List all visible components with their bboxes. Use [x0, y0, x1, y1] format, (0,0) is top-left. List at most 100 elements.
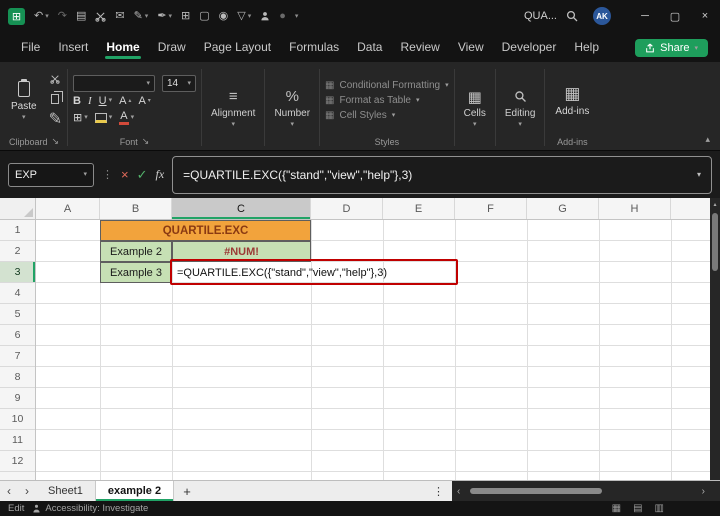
excel-app-icon[interactable]: ⊞: [8, 7, 25, 25]
borders-button[interactable]: ⊞ ▾: [73, 111, 88, 124]
mail-icon[interactable]: ✉: [115, 10, 124, 22]
row-header-7[interactable]: 7: [0, 346, 35, 367]
row-header-1[interactable]: 1: [0, 220, 35, 241]
cell-b1-title[interactable]: QUARTILE.EXC: [100, 220, 311, 241]
editing-group-button[interactable]: Editing ▾: [497, 65, 544, 150]
dialog-launcher-icon[interactable]: ↘: [142, 136, 150, 147]
font-size-dropdown[interactable]: 14 ▾: [161, 74, 196, 92]
tab-home[interactable]: Home: [97, 35, 148, 62]
minimize-button[interactable]: ─: [630, 0, 660, 32]
sheet-nav-left[interactable]: ‹: [0, 481, 18, 501]
grid-body[interactable]: QUARTILE.EXC Example 2 #NUM! Example 3 =…: [36, 220, 710, 480]
column-header-d[interactable]: D: [311, 198, 383, 219]
column-header-h[interactable]: H: [599, 198, 671, 219]
row-header-5[interactable]: 5: [0, 304, 35, 325]
sheet-nav-right[interactable]: ›: [18, 481, 36, 501]
sheet-tab-example2[interactable]: example 2: [95, 481, 175, 501]
font-color-button[interactable]: A ▾: [119, 110, 134, 126]
ink-button[interactable]: ✒ ▾: [157, 10, 172, 22]
row-header-10[interactable]: 10: [0, 409, 35, 430]
account-avatar[interactable]: AK: [593, 7, 611, 25]
shrink-font-button[interactable]: A ▾: [138, 95, 150, 107]
row-header-2[interactable]: 2: [0, 241, 35, 262]
column-header-b[interactable]: B: [100, 198, 172, 219]
record-icon[interactable]: ●: [279, 10, 286, 22]
column-header-a[interactable]: A: [36, 198, 100, 219]
scroll-left-icon[interactable]: ‹: [457, 486, 460, 497]
cell-b3[interactable]: Example 3: [100, 262, 172, 283]
cut-icon[interactable]: [95, 11, 106, 22]
camera-icon[interactable]: ◉: [219, 10, 229, 22]
copy-button[interactable]: [51, 91, 64, 104]
number-group-button[interactable]: % Number ▾: [266, 65, 318, 150]
formula-input[interactable]: =QUARTILE.EXC({"stand","view","help"},3)…: [172, 155, 712, 194]
row-header-12[interactable]: 12: [0, 451, 35, 472]
format-as-table-button[interactable]: ▦ Format as Table ▾: [325, 95, 449, 106]
tab-file[interactable]: File: [12, 35, 49, 62]
sheet-tab-sheet1[interactable]: Sheet1: [36, 481, 96, 501]
cell-b2[interactable]: Example 2: [100, 241, 172, 262]
scroll-up-icon[interactable]: ▴: [713, 201, 716, 208]
column-header-g[interactable]: G: [527, 198, 599, 219]
scroll-right-icon[interactable]: ›: [702, 486, 705, 497]
cut-button[interactable]: [50, 71, 60, 89]
new-sheet-button[interactable]: +: [174, 481, 200, 501]
shape-icon[interactable]: ▢: [199, 10, 209, 22]
vertical-scroll-thumb[interactable]: [712, 213, 718, 271]
share-button[interactable]: Share ▾: [635, 39, 708, 57]
column-header-e[interactable]: E: [383, 198, 455, 219]
italic-button[interactable]: I: [88, 95, 92, 107]
column-header-f[interactable]: F: [455, 198, 527, 219]
addins-button[interactable]: ▦ Add-ins: [550, 82, 594, 119]
row-header-6[interactable]: 6: [0, 325, 35, 346]
cells-group-button[interactable]: ▦ Cells ▾: [456, 65, 494, 150]
column-header-c[interactable]: C: [172, 198, 311, 219]
tab-view[interactable]: View: [449, 35, 493, 62]
row-header-11[interactable]: 11: [0, 430, 35, 451]
formula-bar-handle[interactable]: ⋮: [102, 168, 113, 181]
tab-data[interactable]: Data: [348, 35, 391, 62]
insert-function-button[interactable]: fx: [156, 167, 165, 182]
alignment-group-button[interactable]: ≡ Alignment ▾: [203, 65, 263, 150]
sheet-options-icon[interactable]: ⋮: [425, 481, 452, 501]
search-icon[interactable]: [566, 10, 578, 22]
tab-help[interactable]: Help: [565, 35, 608, 62]
toolbar-overflow-button[interactable]: ▾: [295, 13, 299, 20]
select-all-corner[interactable]: [0, 198, 36, 219]
undo-button[interactable]: ↶ ▾: [34, 10, 49, 22]
cell-mode-indicator[interactable]: Edit: [8, 503, 24, 514]
grow-font-button[interactable]: A ▴: [119, 95, 131, 107]
vertical-scrollbar[interactable]: ▴: [710, 198, 720, 480]
horizontal-scrollbar[interactable]: ‹ ›: [452, 481, 710, 501]
person-icon[interactable]: [260, 11, 270, 21]
row-header-9[interactable]: 9: [0, 388, 35, 409]
expand-formula-bar-icon[interactable]: ▾: [697, 170, 701, 179]
cell-styles-button[interactable]: ▦ Cell Styles ▾: [325, 110, 449, 121]
maximize-button[interactable]: ▢: [660, 0, 690, 32]
normal-view-icon[interactable]: ▦: [612, 503, 621, 514]
close-button[interactable]: ×: [690, 0, 720, 32]
tab-formulas[interactable]: Formulas: [280, 35, 348, 62]
collapse-ribbon-button[interactable]: ▴: [705, 134, 710, 145]
format-painter-button[interactable]: ✎: [49, 109, 62, 129]
cancel-entry-button[interactable]: ×: [121, 167, 129, 182]
filter-button[interactable]: ▽ ▾: [237, 10, 251, 22]
fill-color-button[interactable]: ▾: [94, 112, 112, 123]
tab-page-layout[interactable]: Page Layout: [195, 35, 280, 62]
page-layout-view-icon[interactable]: ▤: [633, 503, 642, 514]
redo-button[interactable]: ↷: [58, 10, 67, 22]
horizontal-scroll-thumb[interactable]: [470, 488, 603, 494]
page-break-view-icon[interactable]: ▥: [655, 503, 664, 514]
clipboard-history-icon[interactable]: ▤: [76, 10, 86, 22]
conditional-formatting-button[interactable]: ▦ Conditional Formatting ▾: [325, 80, 449, 91]
underline-button[interactable]: U ▾: [99, 95, 112, 107]
row-header-8[interactable]: 8: [0, 367, 35, 388]
accessibility-status[interactable]: Accessibility: Investigate: [32, 503, 148, 514]
tab-review[interactable]: Review: [391, 35, 448, 62]
table-icon[interactable]: ⊞: [181, 10, 190, 22]
dialog-launcher-icon[interactable]: ↘: [51, 136, 59, 147]
row-header-4[interactable]: 4: [0, 283, 35, 304]
tab-draw[interactable]: Draw: [149, 35, 195, 62]
draw-pen-button[interactable]: ✎ ▾: [134, 10, 149, 22]
row-header-3[interactable]: 3: [0, 262, 35, 283]
